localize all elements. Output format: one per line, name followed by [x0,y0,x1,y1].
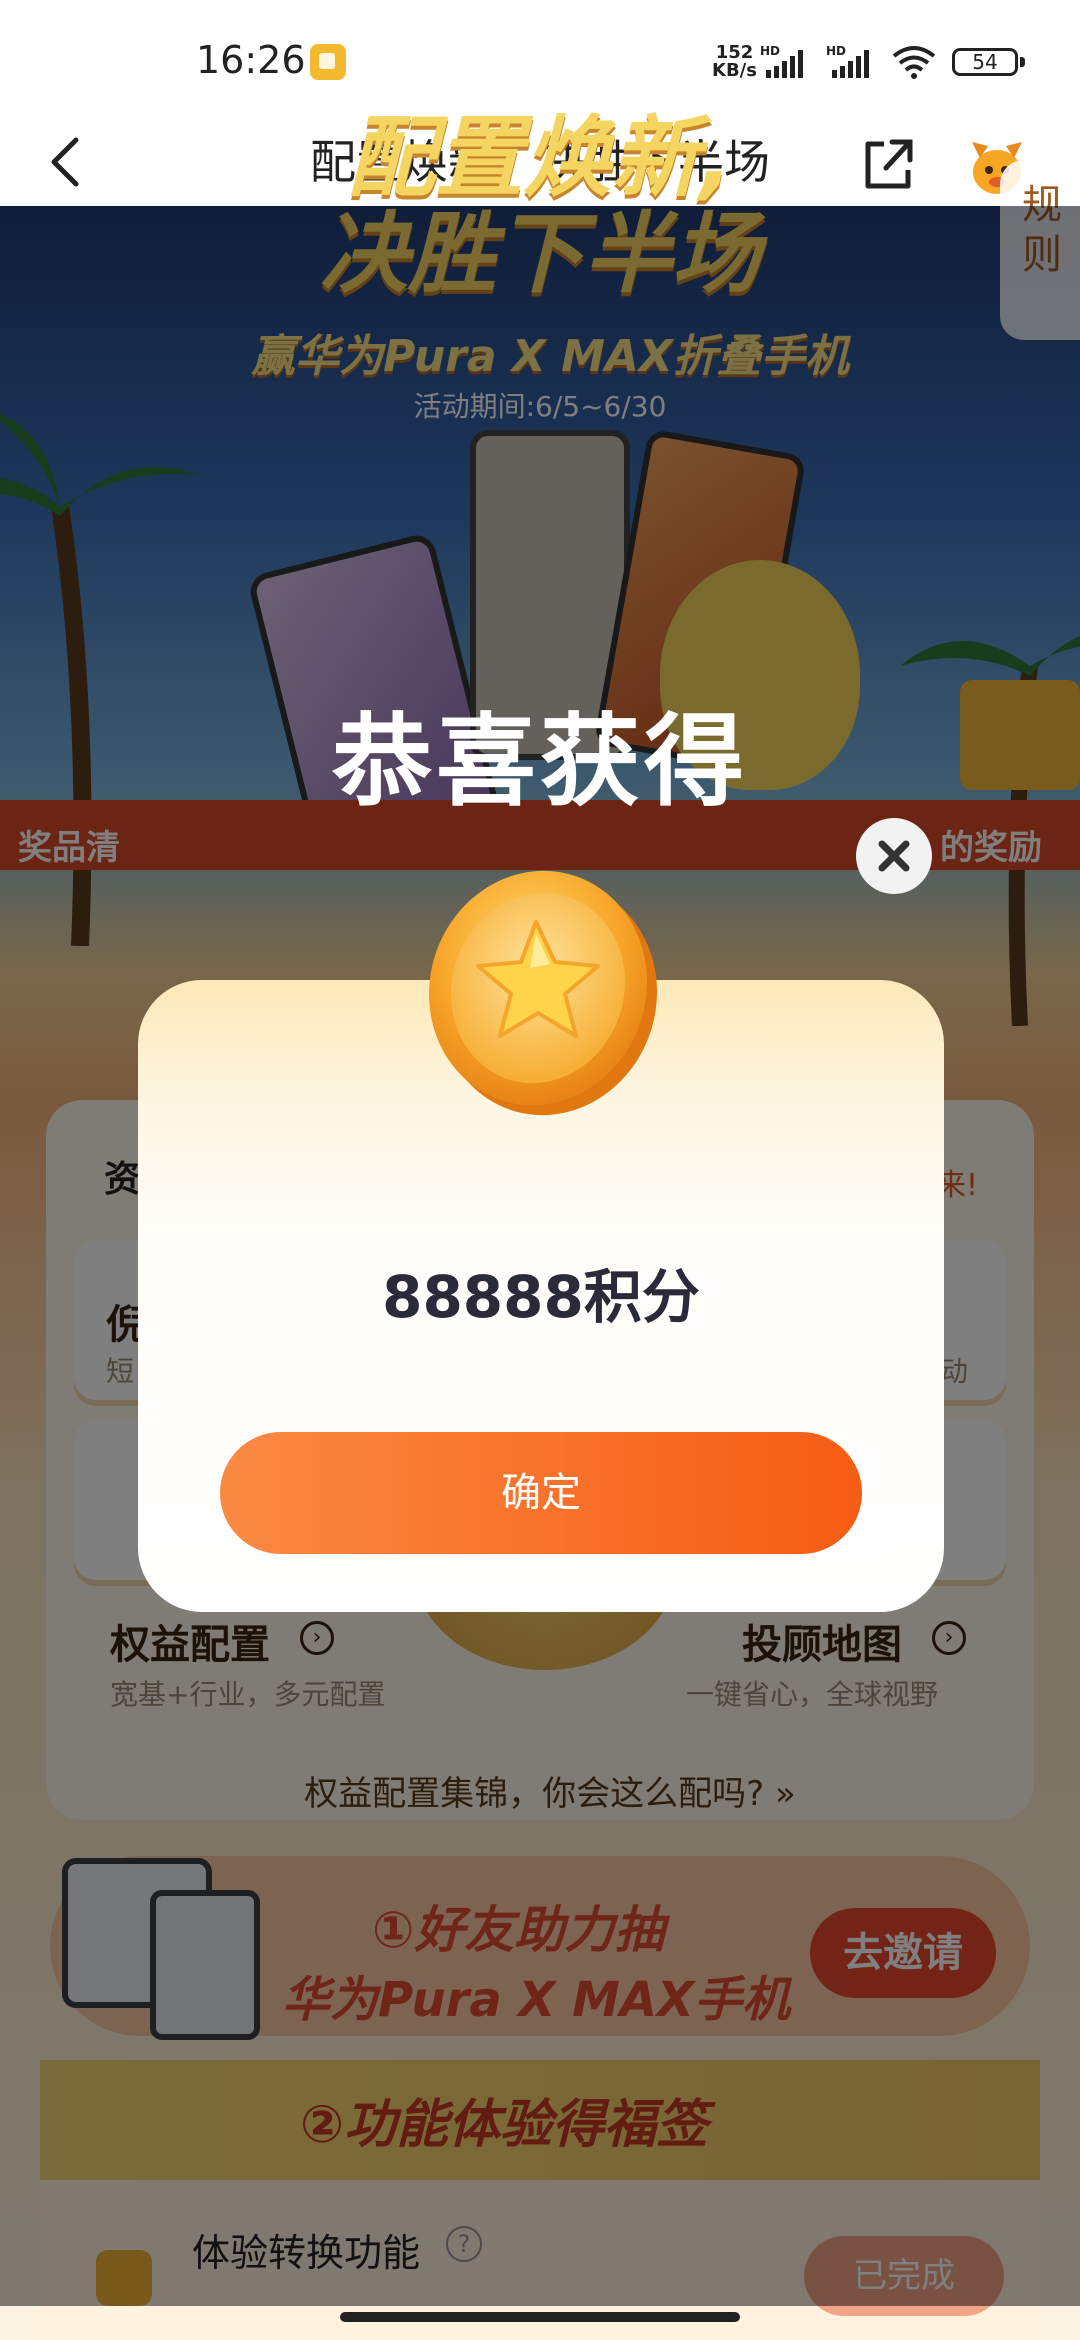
battery-indicator: 54 [952,48,1025,76]
signal-hd-label: HD [826,44,846,58]
star-coin-icon [429,870,657,1116]
network-speed: 152 KB/s [712,44,757,80]
modal-title: 恭喜获得 [332,703,748,820]
close-button[interactable] [856,818,932,894]
status-bar: 16:26 152 KB/s HD HD 54 [0,0,1080,118]
status-time: 16:26 [196,38,306,82]
signal-icon: HD [760,44,803,78]
home-indicator[interactable] [340,2312,740,2322]
network-speed-unit: KB/s [712,60,757,81]
share-icon[interactable] [856,122,918,202]
close-icon [878,840,910,872]
signal-icon: HD [826,44,869,78]
reward-amount: 88888积分 [382,1263,700,1331]
confirm-button[interactable]: 确定 [220,1432,862,1554]
wifi-icon [892,46,936,79]
hero-title-line: 配置焕新, [347,106,733,209]
signal-hd-label: HD [760,44,780,58]
notification-app-icon [310,44,346,80]
chevron-left-icon[interactable] [32,122,102,202]
